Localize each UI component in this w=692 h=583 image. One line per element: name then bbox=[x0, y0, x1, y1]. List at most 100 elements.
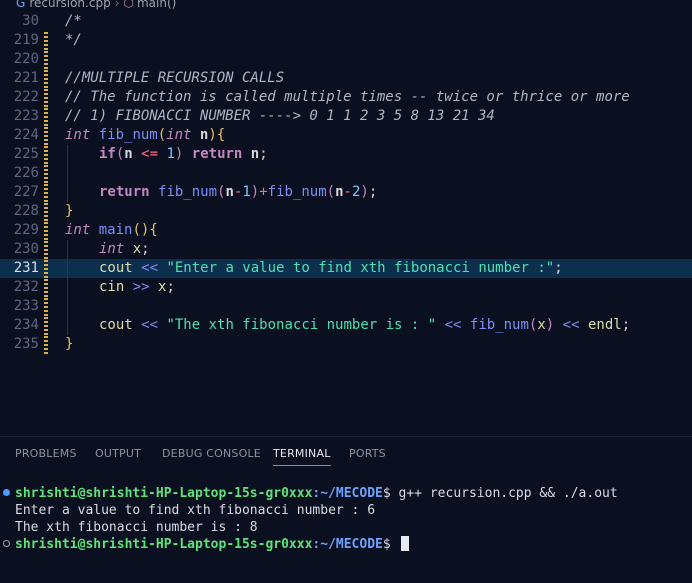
panel-tabs: PROBLEMS OUTPUT DEBUG CONSOLE TERMINAL P… bbox=[0, 437, 692, 471]
code-text: if(n <= 1) return n; bbox=[99, 145, 268, 164]
gutter-change-marker[interactable] bbox=[44, 88, 48, 107]
punctuation: } bbox=[65, 203, 74, 219]
gutter-change-marker[interactable] bbox=[44, 107, 48, 126]
code-editor[interactable]: 30 /* 219 */ 220 221 //MULTIPLE RECURSIO… bbox=[0, 12, 692, 436]
code-text: int fib_num(int n){ bbox=[65, 126, 225, 145]
operator: + bbox=[259, 184, 268, 200]
code-text: int main(){ bbox=[65, 221, 158, 240]
punctuation: ; bbox=[141, 241, 150, 257]
keyword: return bbox=[191, 146, 243, 162]
gutter-change-marker[interactable] bbox=[44, 278, 48, 297]
punctuation: { bbox=[216, 127, 226, 143]
code-text: return fib_num(n-1)+fib_num(n-2); bbox=[99, 183, 377, 202]
indent-guide bbox=[67, 259, 68, 278]
code-text: */ bbox=[65, 31, 82, 50]
command-status-dot-icon[interactable] bbox=[3, 540, 10, 547]
tab-terminal[interactable]: TERMINAL bbox=[273, 447, 331, 466]
code-line: 234 cout << "The xth fibonacci number is… bbox=[0, 316, 692, 335]
gutter-change-marker[interactable] bbox=[44, 164, 48, 183]
punctuation: () bbox=[132, 222, 150, 238]
punctuation: ) bbox=[360, 184, 369, 200]
code-line: 226 bbox=[0, 164, 692, 183]
terminal[interactable]: shrishti@shrishti-HP-Laptop-15s-gr0xxx:~… bbox=[0, 471, 692, 583]
gutter-change-marker[interactable] bbox=[44, 297, 48, 316]
punctuation: ) bbox=[545, 317, 555, 333]
punctuation: { bbox=[149, 222, 158, 238]
code-line: 221 //MULTIPLE RECURSION CALLS bbox=[0, 69, 692, 88]
identifier: n bbox=[225, 184, 234, 200]
gutter-change-marker[interactable] bbox=[44, 31, 48, 50]
line-number: 30 bbox=[22, 13, 39, 29]
command-status-dot-icon[interactable] bbox=[3, 489, 10, 496]
gutter-change-marker[interactable] bbox=[44, 202, 48, 221]
line-number: 235 bbox=[13, 336, 39, 352]
code-text: // The function is called multiple times… bbox=[65, 88, 630, 107]
function-name: main bbox=[98, 222, 133, 238]
gutter-change-marker[interactable] bbox=[44, 240, 48, 259]
comment: //MULTIPLE RECURSION CALLS bbox=[65, 70, 285, 86]
tab-ports[interactable]: PORTS bbox=[349, 447, 386, 460]
punctuation: ; bbox=[166, 279, 175, 295]
identifier: cout bbox=[99, 317, 133, 333]
operator: << bbox=[444, 317, 462, 333]
code-text: /* bbox=[65, 12, 82, 31]
prompt-path: :~/MECODE bbox=[312, 486, 383, 501]
terminal-prompt-line[interactable]: shrishti@shrishti-HP-Laptop-15s-gr0xxx:~… bbox=[15, 536, 409, 553]
punctuation: ( bbox=[326, 184, 336, 200]
tab-debug-console[interactable]: DEBUG CONSOLE bbox=[162, 447, 261, 460]
code-text: } bbox=[65, 202, 73, 221]
code-line: 220 bbox=[0, 50, 692, 69]
breadcrumb-symbol[interactable]: main() bbox=[137, 0, 176, 10]
indent-guide bbox=[67, 183, 68, 202]
gutter-change-marker[interactable] bbox=[44, 259, 48, 278]
identifier: endl bbox=[587, 317, 622, 333]
operator: << bbox=[141, 260, 159, 276]
gutter-change-marker[interactable] bbox=[44, 50, 48, 69]
indent-guide bbox=[67, 145, 68, 164]
line-number: 228 bbox=[13, 203, 39, 219]
gutter-change-marker[interactable] bbox=[44, 126, 48, 145]
code-text: cout << "Enter a value to find xth fibon… bbox=[99, 259, 563, 278]
identifier: n bbox=[250, 146, 260, 162]
gutter-change-marker[interactable] bbox=[44, 335, 48, 354]
code-text: cin >> x; bbox=[99, 278, 175, 297]
breadcrumb: Grecursion.cpp › ⬡ main() bbox=[0, 0, 692, 12]
indent-guide bbox=[67, 240, 68, 259]
code-line: 223 // 1) FIBONACCI NUMBER ----> 0 1 1 2… bbox=[0, 107, 692, 126]
code-text: // 1) FIBONACCI NUMBER ----> 0 1 1 2 3 5… bbox=[65, 107, 495, 126]
code-line: 228 } bbox=[0, 202, 692, 221]
code-line: 230 int x; bbox=[0, 240, 692, 259]
chevron-right-icon: › bbox=[114, 0, 120, 10]
gutter-change-marker[interactable] bbox=[44, 145, 48, 164]
terminal-command: $ g++ recursion.cpp && ./a.out bbox=[382, 486, 618, 501]
keyword: int bbox=[65, 127, 91, 143]
code-line: 229 int main(){ bbox=[0, 221, 692, 240]
breadcrumb-file[interactable]: recursion.cpp bbox=[29, 0, 110, 10]
gutter-change-marker[interactable] bbox=[44, 221, 48, 240]
punctuation: ) bbox=[208, 127, 217, 143]
gutter-change-marker[interactable] bbox=[44, 316, 48, 335]
code-line: 225 if(n <= 1) return n; bbox=[0, 145, 692, 164]
indent-guide bbox=[67, 278, 68, 297]
line-number: 226 bbox=[13, 165, 39, 181]
code-line: 233 bbox=[0, 297, 692, 316]
method-cube-icon: ⬡ bbox=[123, 0, 134, 10]
line-number: 224 bbox=[13, 127, 39, 143]
tab-problems[interactable]: PROBLEMS bbox=[15, 447, 77, 460]
line-number: 221 bbox=[13, 70, 39, 86]
code-line: 30 /* bbox=[0, 12, 692, 31]
line-number: 230 bbox=[13, 241, 39, 257]
line-number: 234 bbox=[13, 317, 39, 333]
indent-guide bbox=[67, 316, 68, 335]
gutter-change-marker[interactable] bbox=[44, 183, 48, 202]
punctuation: ( bbox=[157, 127, 167, 143]
indent-guide bbox=[67, 297, 68, 316]
code-text: cout << "The xth fibonacci number is : "… bbox=[99, 316, 630, 335]
gutter-change-marker[interactable] bbox=[44, 69, 48, 88]
line-number: 223 bbox=[13, 108, 39, 124]
identifier: n bbox=[124, 146, 133, 162]
tab-output[interactable]: OUTPUT bbox=[95, 447, 141, 460]
string-literal: "The xth fibonacci number is : " bbox=[166, 317, 437, 333]
function-name: fib_num bbox=[267, 184, 327, 200]
function-name: fib_num bbox=[98, 127, 158, 143]
